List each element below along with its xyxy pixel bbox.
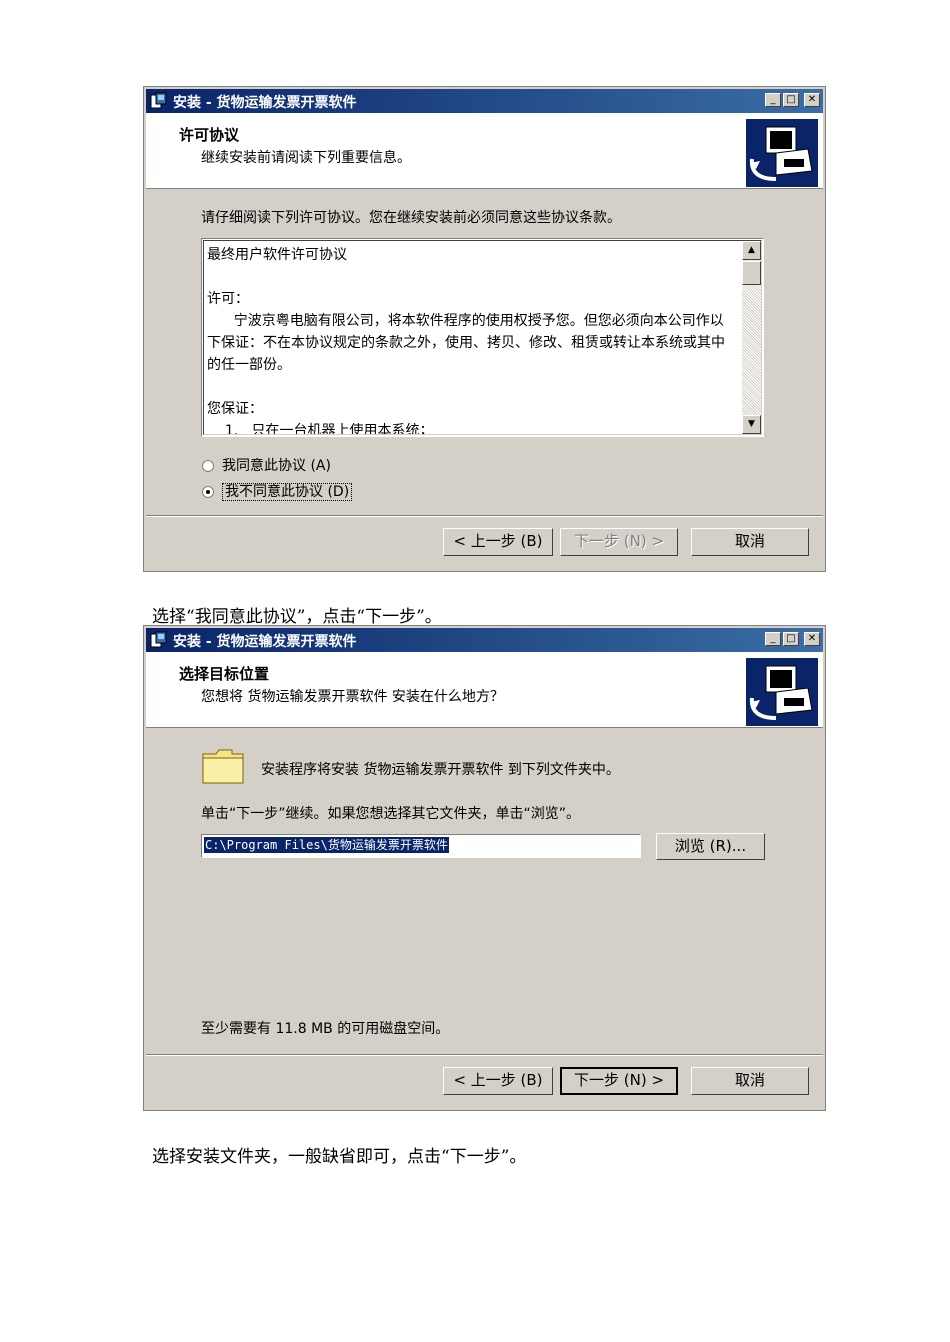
title-bar[interactable]: 安装 - 货物运输发票开票软件 _ □ ✕ [146, 89, 823, 113]
license-agreement-window: 安装 - 货物运输发票开票软件 _ □ ✕ 许可协议 继续安装前请阅读下列重要信… [143, 86, 826, 572]
setup-icon [150, 92, 167, 109]
wizard-header: 选择目标位置 您想将 货物运输发票开票软件 安装在什么地方？ [146, 652, 823, 728]
cancel-button[interactable]: 取消 [691, 1067, 809, 1095]
close-button[interactable]: ✕ [804, 632, 820, 646]
destination-path-input[interactable]: C:\Program Files\货物运输发票开票软件 [201, 834, 641, 858]
back-button[interactable]: < 上一步 (B) [443, 1067, 553, 1095]
license-text: 最终用户软件许可协议 许可： 宁波京粤电脑有限公司，将本软件程序的使用权授予您。… [207, 247, 725, 435]
license-text-box[interactable]: 最终用户软件许可协议 许可： 宁波京粤电脑有限公司，将本软件程序的使用权授予您。… [201, 238, 764, 437]
minimize-button[interactable]: _ [765, 632, 781, 646]
close-button[interactable]: ✕ [804, 93, 820, 107]
divider [146, 515, 823, 517]
setup-icon [150, 631, 167, 648]
title-bar[interactable]: 安装 - 货物运输发票开票软件 _ □ ✕ [146, 628, 823, 652]
back-button[interactable]: < 上一步 (B) [443, 528, 553, 556]
maximize-button[interactable]: □ [783, 632, 799, 646]
radio-button[interactable] [202, 460, 214, 472]
cancel-button[interactable]: 取消 [691, 528, 809, 556]
divider [146, 1054, 823, 1056]
folder-message: 安装程序将安装 货物运输发票开票软件 到下列文件夹中。 [261, 762, 620, 778]
folder-icon [202, 749, 244, 784]
instruction-text: 单击“下一步”继续。如果您想选择其它文件夹，单击“浏览”。 [201, 806, 581, 822]
disk-space-text: 至少需要有 11.8 MB 的可用磁盘空间。 [201, 1021, 450, 1037]
caption-1: 选择“我同意此协议”，点击“下一步”。 [152, 607, 442, 627]
scroll-up-button[interactable]: ▲ [742, 241, 761, 260]
radio-decline[interactable]: 我不同意此协议 (D) [202, 481, 353, 501]
select-destination-window: 安装 - 货物运输发票开票软件 _ □ ✕ 选择目标位置 您想将 货物运输发票开… [143, 625, 826, 1111]
scroll-thumb[interactable] [742, 261, 761, 285]
maximize-button[interactable]: □ [783, 93, 799, 107]
page-title: 选择目标位置 [179, 665, 270, 683]
path-selected-text: C:\Program Files\货物运输发票开票软件 [204, 837, 449, 853]
vertical-scrollbar[interactable]: ▲ ▼ [742, 241, 761, 434]
radio-accept-label: 我同意此协议 (A) [222, 458, 331, 474]
computer-install-icon [746, 119, 818, 187]
browse-button[interactable]: 浏览 (R)... [656, 833, 765, 860]
window-title: 安装 - 货物运输发票开票软件 [173, 95, 357, 111]
page-subtitle: 继续安装前请阅读下列重要信息。 [201, 150, 411, 166]
caption-2: 选择安装文件夹，一般缺省即可，点击“下一步”。 [152, 1147, 527, 1167]
page-subtitle: 您想将 货物运输发票开票软件 安装在什么地方？ [201, 689, 504, 705]
minimize-button[interactable]: _ [765, 93, 781, 107]
radio-accept[interactable]: 我同意此协议 (A) [202, 455, 331, 475]
radio-decline-label: 我不同意此协议 (D) [222, 483, 353, 501]
next-button[interactable]: 下一步 (N) > [560, 1067, 678, 1095]
computer-install-icon [746, 658, 818, 726]
instruction-text: 请仔细阅读下列许可协议。您在继续安装前必须同意这些协议条款。 [201, 210, 621, 226]
radio-button-selected[interactable] [202, 486, 214, 498]
scroll-down-button[interactable]: ▼ [742, 415, 761, 434]
wizard-header: 许可协议 继续安装前请阅读下列重要信息。 [146, 113, 823, 189]
next-button-disabled[interactable]: 下一步 (N) > [560, 528, 678, 556]
window-title: 安装 - 货物运输发票开票软件 [173, 634, 357, 650]
page-title: 许可协议 [179, 126, 240, 144]
